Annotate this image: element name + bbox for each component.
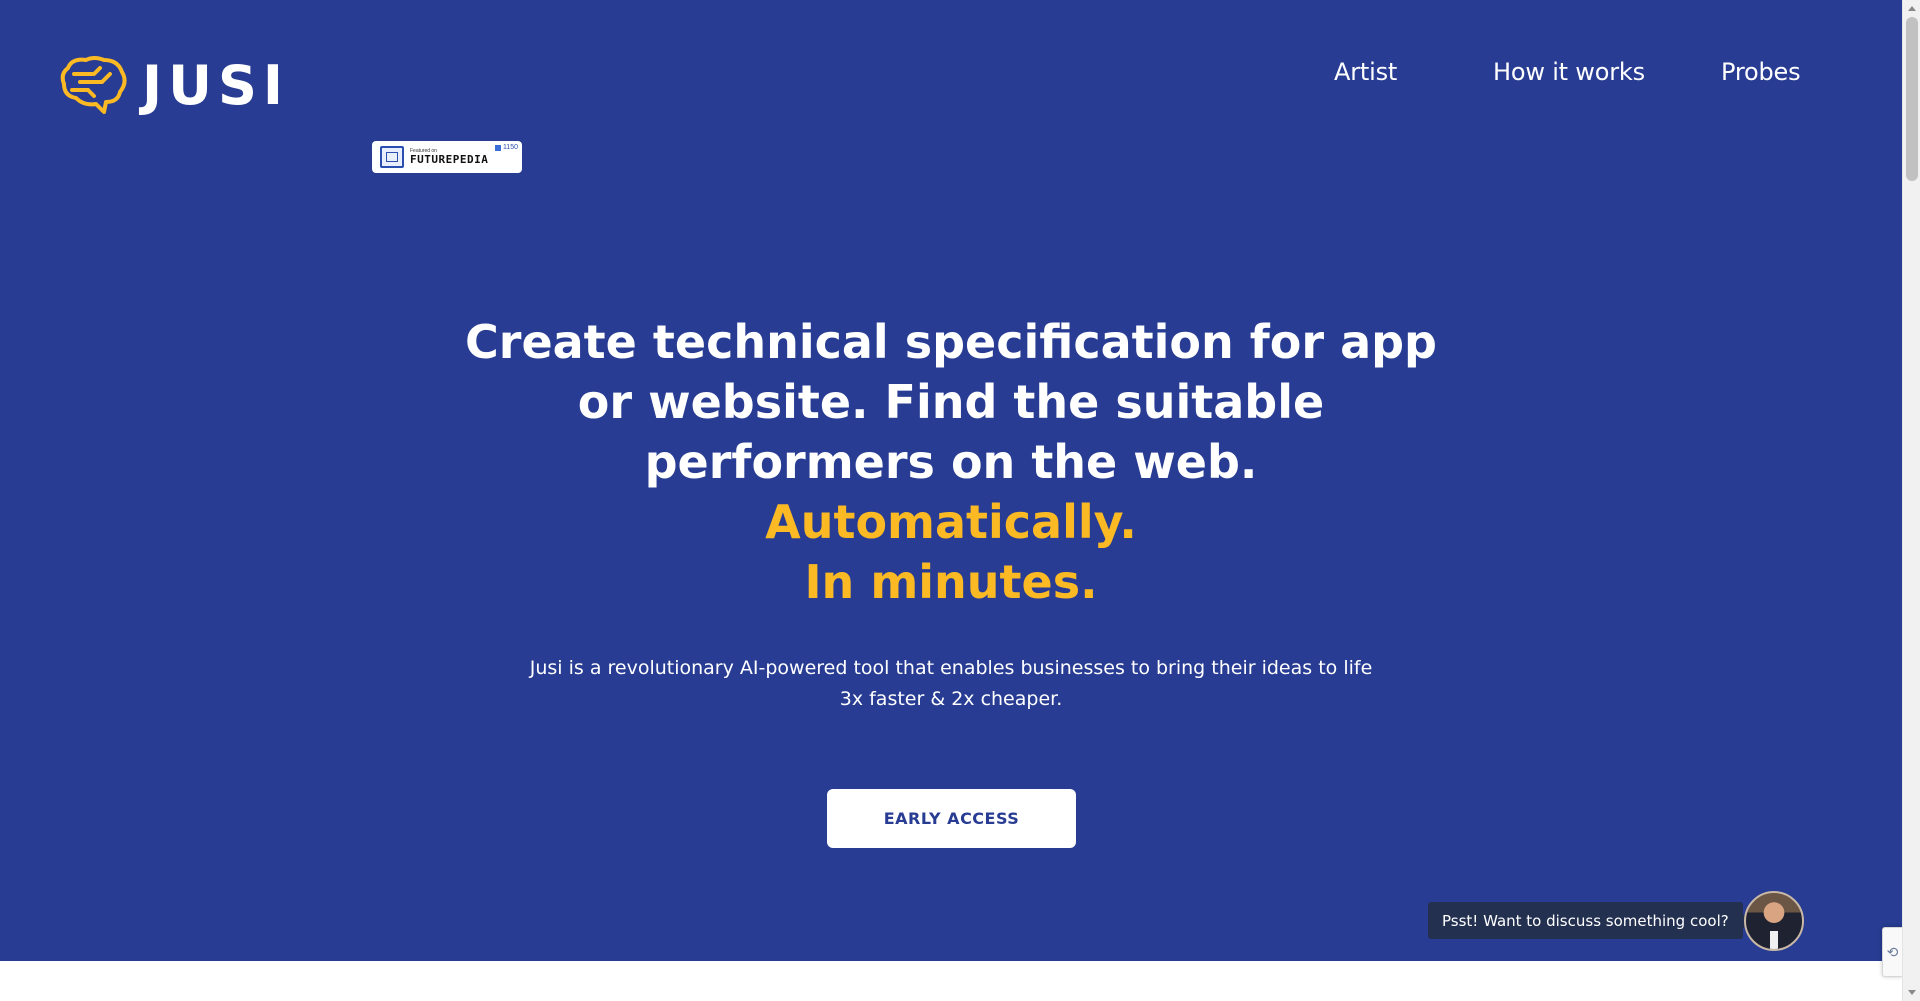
scroll-down-arrow-icon[interactable] (1908, 990, 1916, 995)
nav-artist[interactable]: Artist (1334, 58, 1397, 86)
headline-accent-line: Automatically. (765, 495, 1137, 549)
monitor-icon (380, 146, 404, 168)
upvote-icon (494, 144, 501, 151)
hero-subtitle: Jusi is a revolutionary AI-powered tool … (0, 653, 1902, 715)
nav-probes[interactable]: Probes (1721, 58, 1801, 86)
nav-how-it-works[interactable]: How it works (1493, 58, 1645, 86)
early-access-button[interactable]: EARLY ACCESS (827, 789, 1076, 848)
badge-name: FUTUREPEDIA (410, 153, 489, 166)
page-scrollbar[interactable] (1902, 0, 1920, 1001)
chat-prompt-bubble[interactable]: Psst! Want to discuss something cool? (1428, 902, 1752, 939)
recaptcha-icon[interactable]: ⟲ (1882, 927, 1902, 977)
headline-accent-line: In minutes. (804, 555, 1098, 609)
futurepedia-badge[interactable]: Featured on FUTUREPEDIA 1150 (372, 141, 522, 173)
chat-avatar[interactable] (1744, 891, 1804, 951)
next-section (0, 961, 1902, 1001)
headline-line: or website. Find the suitable (577, 375, 1325, 429)
scroll-up-arrow-icon[interactable] (1908, 6, 1916, 11)
subtitle-line: 3x faster & 2x cheaper. (839, 688, 1063, 710)
scroll-thumb[interactable] (1906, 17, 1918, 181)
main-nav: Artist How it works Probes (0, 58, 1902, 94)
headline-line: performers on the web. (644, 435, 1258, 489)
subtitle-line: Jusi is a revolutionary AI-powered tool … (529, 657, 1373, 679)
hero-section: JUSI Artist How it works Probes Featured… (0, 0, 1902, 961)
badge-upvote-count: 1150 (494, 144, 518, 151)
hero-headline: Create technical specification for app o… (0, 312, 1902, 612)
headline-line: Create technical specification for app (465, 315, 1437, 369)
